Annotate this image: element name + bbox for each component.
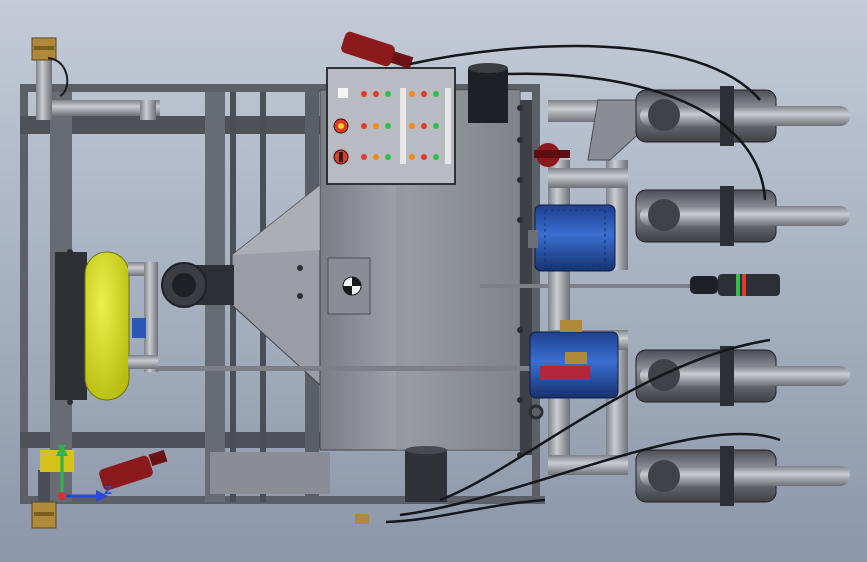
cad-assembly-drawing: Y Z [20,31,850,529]
industrial-plug-icon[interactable] [340,31,414,69]
y-axis-label: Y [57,443,67,456]
mount-bracket [327,257,371,315]
electric-motor-lower-icon[interactable] [529,320,619,399]
small-pipe-assembly [128,262,158,372]
control-panel-icon[interactable] [326,67,456,185]
horizontal-rod [158,366,530,371]
top-drum [468,63,508,123]
yellow-box [40,450,74,472]
x-axis-arrow [58,492,66,500]
dipstick-handle[interactable] [690,274,780,296]
cone-outlet [161,262,234,308]
bottom-drain [405,446,447,502]
filter-housing-4[interactable] [635,446,850,506]
brass-valve-bottom[interactable] [31,501,57,529]
electric-motor-icon[interactable] [528,204,616,272]
cad-viewport[interactable]: Y Z [0,0,867,562]
filter-housing-3[interactable] [635,346,850,406]
yellow-pressure-vessel [84,251,130,401]
z-axis-label: Z [104,484,112,497]
mounting-plate [55,252,87,400]
bottom-fitting [355,514,369,524]
filter-housing-2[interactable] [635,186,850,246]
brass-valve-top[interactable] [31,37,57,61]
dipstick-rod [480,284,695,288]
